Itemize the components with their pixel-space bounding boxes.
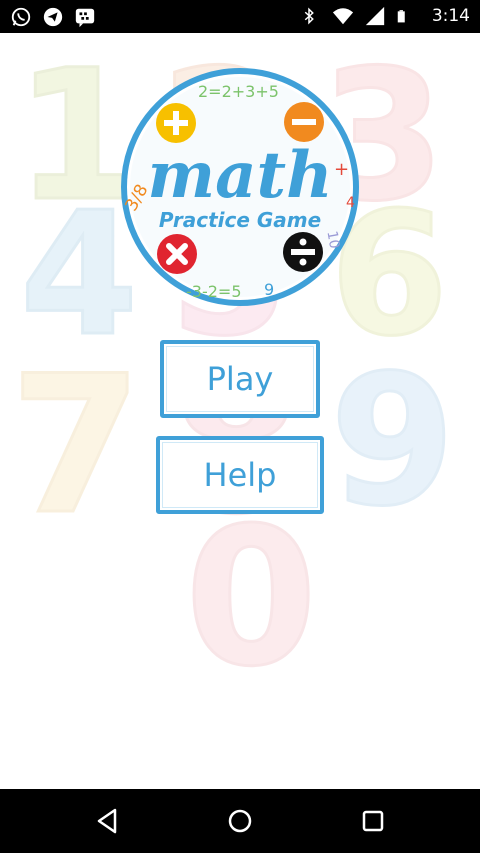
whatsapp-icon (10, 6, 32, 28)
help-button[interactable]: Help (156, 436, 324, 514)
help-button-label: Help (203, 456, 277, 494)
recent-apps-icon[interactable] (357, 805, 389, 837)
logo-title: math (147, 138, 332, 213)
bluetooth-icon (300, 5, 322, 27)
play-button[interactable]: Play (160, 340, 320, 418)
bg-digit-7: 7 (10, 335, 142, 556)
doodle-equation-top: 2=2+3+5 (198, 82, 279, 101)
wifi-icon (332, 5, 354, 27)
status-time: 3:14 (431, 6, 470, 26)
app-logo: 2=2+3+5 + 3/8 -3-2=5 9 4 10 math Practic… (120, 67, 360, 307)
doodle-four: 4 (346, 195, 355, 211)
doodle-equation-bottom: -3-2=5 (186, 282, 242, 301)
doodle-ten: 10 (323, 230, 342, 250)
home-icon[interactable] (224, 805, 256, 837)
telegram-icon (42, 6, 64, 28)
doodle-plus: + (334, 159, 349, 180)
doodle-nine: 9 (264, 280, 274, 299)
multiply-icon (157, 234, 197, 274)
battery-icon (396, 5, 418, 27)
logo-subtitle: Practice Game (159, 208, 321, 232)
bg-digit-0: 0 (185, 487, 317, 708)
minus-icon (284, 102, 324, 142)
app-logo-art: 2=2+3+5 + 3/8 -3-2=5 9 4 10 math Practic… (121, 68, 359, 306)
back-icon[interactable] (91, 805, 123, 837)
bbm-icon (74, 6, 96, 28)
signal-icon (364, 5, 386, 27)
divide-icon (283, 232, 323, 272)
navigation-bar (0, 789, 480, 853)
bg-digit-9: 9 (330, 337, 455, 546)
status-bar: 3:14 (0, 0, 480, 33)
plus-icon (156, 103, 196, 143)
play-button-label: Play (206, 360, 274, 398)
